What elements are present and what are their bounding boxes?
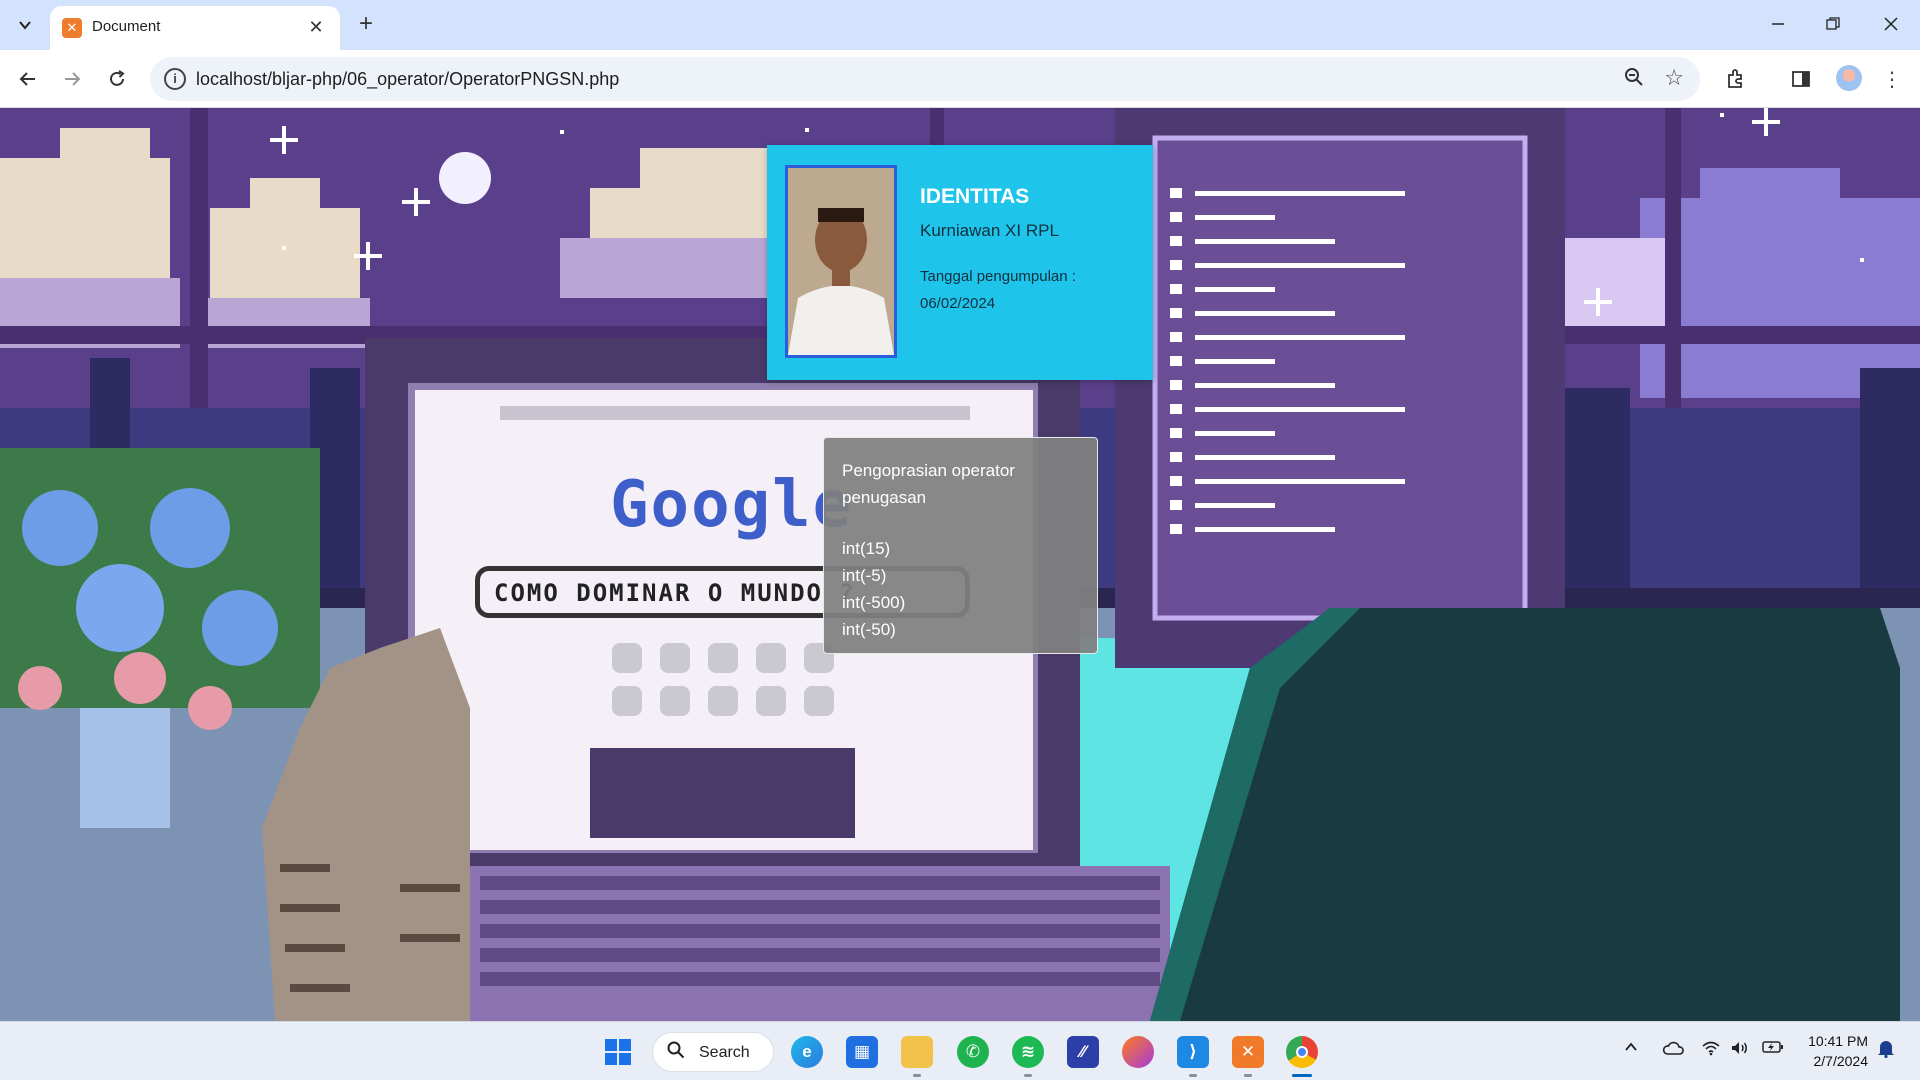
close-tab-icon[interactable]: ✕	[304, 15, 328, 39]
powerautomate-icon[interactable]: ⁄⁄	[1067, 1036, 1099, 1068]
profile-photo	[785, 165, 897, 358]
tab-search-button[interactable]	[10, 10, 40, 40]
firefox-icon[interactable]	[1122, 1036, 1154, 1068]
result-line: int(-5)	[842, 566, 887, 585]
site-info-icon[interactable]: i	[164, 68, 186, 90]
student-name: Kurniawan XI RPL	[920, 221, 1059, 240]
new-tab-button[interactable]: +	[352, 11, 380, 39]
active-app-indicator	[1292, 1074, 1312, 1077]
identity-card: IDENTITAS Kurniawan XI RPL Tanggal pengu…	[767, 145, 1153, 380]
google-logo: Google	[610, 468, 854, 542]
arrow-left-icon	[19, 72, 35, 86]
taskbar-search-label: Search	[699, 1044, 750, 1061]
zoom-icon[interactable]	[1624, 67, 1644, 93]
side-panel-icon[interactable]	[1785, 63, 1817, 95]
onedrive-cloud-icon[interactable]	[1662, 1040, 1684, 1061]
result-line: int(15)	[842, 539, 891, 558]
taskbar-clock-time[interactable]: 10:41 PM	[1802, 1033, 1868, 1049]
profile-avatar[interactable]	[1836, 65, 1862, 91]
close-icon	[1884, 17, 1898, 31]
bookmark-star-icon[interactable]: ☆	[1664, 65, 1684, 91]
submission-date-label: Tanggal pengumpulan :	[920, 268, 1076, 285]
art-search-text: COMO DOMINAR O MUNDO ?	[494, 579, 856, 607]
edge-icon[interactable]: e	[791, 1036, 823, 1068]
xampp-icon: ✕	[62, 18, 82, 38]
close-window-button[interactable]	[1871, 8, 1911, 40]
volume-icon[interactable]	[1730, 1040, 1750, 1061]
result-line: int(-50)	[842, 620, 896, 639]
file-explorer-icon[interactable]	[901, 1036, 933, 1068]
microsoft-store-icon[interactable]: ▦	[846, 1036, 878, 1068]
running-indicator	[1024, 1074, 1032, 1077]
vscode-icon[interactable]: ⟩	[1177, 1036, 1209, 1068]
tab-title: Document	[92, 18, 161, 35]
operator-card: Pengoprasian operator penugasan int(15) …	[823, 437, 1098, 654]
address-bar[interactable]: i localhost/bljar-php/06_operator/Operat…	[150, 57, 1700, 101]
running-indicator	[1244, 1074, 1252, 1077]
xampp-icon[interactable]: ✕	[1232, 1036, 1264, 1068]
whatsapp-icon[interactable]: ✆	[957, 1036, 989, 1068]
restore-button[interactable]	[1813, 8, 1853, 40]
chevron-down-icon	[19, 21, 31, 30]
running-indicator	[913, 1074, 921, 1077]
battery-charging-icon[interactable]	[1762, 1040, 1784, 1059]
spotify-icon[interactable]: ≋	[1012, 1036, 1044, 1068]
page-viewport: Google COMO DOMINAR O MUNDO ? IDENTITAS …	[0, 108, 1920, 1021]
search-icon	[667, 1041, 685, 1064]
running-indicator	[1189, 1074, 1197, 1077]
identity-heading: IDENTITAS	[920, 185, 1030, 208]
restore-icon	[1826, 17, 1840, 30]
operator-results: int(15) int(-5) int(-500) int(-50)	[842, 535, 905, 643]
back-button[interactable]	[12, 63, 44, 95]
reload-icon	[110, 70, 125, 86]
url-text[interactable]: localhost/bljar-php/06_operator/Operator…	[196, 69, 619, 90]
start-windows-icon[interactable]	[602, 1036, 634, 1068]
operator-heading: Pengoprasian operator penugasan	[842, 461, 1015, 507]
forward-button[interactable]	[56, 63, 88, 95]
reload-button[interactable]	[101, 63, 133, 95]
tab-strip: ✕ Document ✕ +	[0, 0, 1920, 50]
minimize-button[interactable]	[1758, 8, 1798, 40]
tab-document[interactable]: ✕ Document ✕	[50, 6, 340, 50]
chevron-up-icon[interactable]	[1624, 1040, 1638, 1059]
windows-taskbar: Search e ▦ ✆ ≋ ⁄⁄ ⟩ ✕ 10:41 PM 2/7/2024	[0, 1021, 1920, 1080]
wifi-icon[interactable]	[1702, 1040, 1720, 1061]
submission-date-value: 06/02/2024	[920, 295, 996, 312]
browser-toolbar: i localhost/bljar-php/06_operator/Operat…	[0, 50, 1920, 108]
extensions-icon[interactable]	[1720, 63, 1752, 95]
notification-bell-icon[interactable]	[1877, 1038, 1895, 1063]
taskbar-search[interactable]: Search	[652, 1032, 774, 1072]
taskbar-clock-date[interactable]: 2/7/2024	[1802, 1053, 1869, 1069]
arrow-right-icon	[65, 72, 81, 86]
person-photo-icon	[788, 168, 894, 355]
result-line: int(-500)	[842, 593, 906, 612]
menu-kebab-icon[interactable]: ⋮	[1876, 63, 1908, 95]
chrome-icon[interactable]	[1286, 1036, 1318, 1068]
minimize-icon	[1772, 23, 1784, 25]
